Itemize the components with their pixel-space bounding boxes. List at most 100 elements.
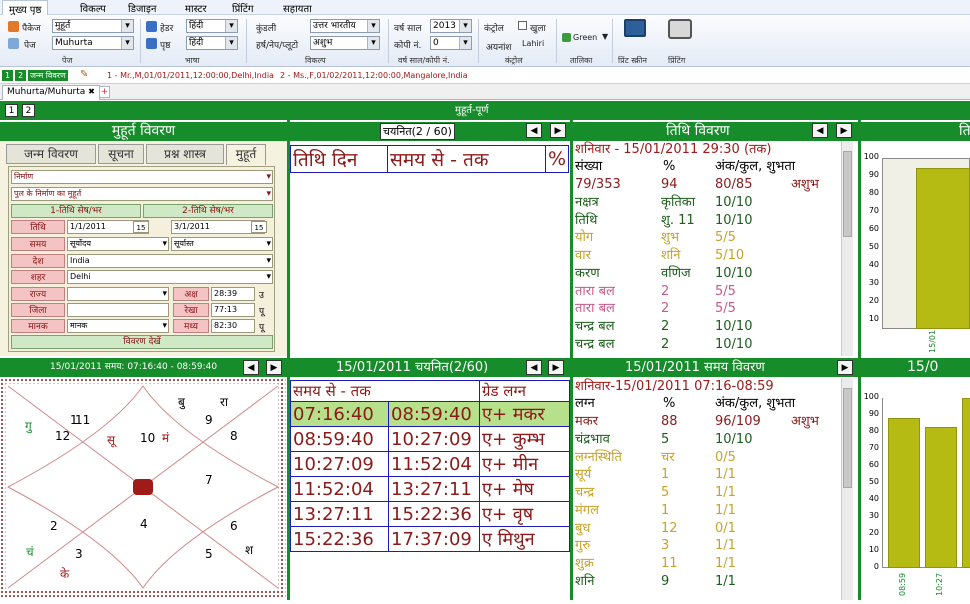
- district-input[interactable]: [67, 303, 169, 317]
- muhurta-select[interactable]: पुल के निर्माण का मुहूर्त: [11, 187, 273, 201]
- latitude-value[interactable]: 28:39: [211, 287, 255, 301]
- samay-header-col3: अंक/कुल, शुभता: [715, 396, 796, 411]
- samay-from-select[interactable]: सूर्योदय: [67, 237, 169, 251]
- tithi-header-col2: %: [663, 159, 676, 174]
- document-tab-label: Muhurta/Muhurta: [7, 87, 86, 97]
- page-select[interactable]: Muhurta: [52, 36, 134, 50]
- calendar-icon[interactable]: 15: [133, 221, 149, 233]
- samay-shubhata: अशुभ: [791, 414, 819, 429]
- monitor-icon[interactable]: [624, 19, 646, 37]
- open-checkbox[interactable]: [518, 21, 527, 30]
- samay-to-select[interactable]: सूर्यास्त: [171, 237, 273, 251]
- print-screen-button[interactable]: प्रिंट स्क्रीन: [618, 55, 647, 66]
- ayanamsha-value[interactable]: Lahiri: [522, 39, 544, 48]
- kundali-select[interactable]: उत्तर भारतीय: [310, 19, 380, 33]
- col-percent: %: [544, 145, 570, 173]
- country-select[interactable]: India: [67, 254, 273, 268]
- tithi-scrollbar[interactable]: [841, 141, 853, 356]
- meridian-value[interactable]: 82:30: [211, 319, 255, 333]
- show-details-button[interactable]: विवरण देखें: [11, 335, 273, 349]
- lagna-row[interactable]: 10:27:09 11:52:04 ए+ मीन: [290, 451, 570, 477]
- group-year-label: वर्ष साल/कोपी नं.: [398, 56, 450, 65]
- menu-options[interactable]: विकल्प: [80, 1, 106, 15]
- menu-master[interactable]: मास्टर: [185, 1, 207, 15]
- prev-arrow[interactable]: ◀: [243, 360, 259, 375]
- next-arrow[interactable]: ▶: [548, 360, 564, 375]
- copy-select[interactable]: 0: [430, 36, 472, 50]
- next-arrow[interactable]: ▶: [550, 123, 566, 138]
- tithi-shubhata: अशुभ: [791, 177, 819, 192]
- menu-printing[interactable]: प्रिंटिंग: [232, 1, 254, 15]
- lagna-row[interactable]: 13:27:11 15:22:36 ए+ वृष: [290, 501, 570, 527]
- menu-help[interactable]: सहायता: [283, 1, 312, 15]
- pencil-icon[interactable]: ✎: [80, 69, 88, 80]
- planet-ra: रा: [220, 395, 229, 409]
- next-arrow[interactable]: ▶: [836, 123, 852, 138]
- lagna-table: समय से - तक ग्रेड लग्न 07:16:40 08:59:40 ए…: [290, 380, 570, 552]
- top-button-1[interactable]: 1: [5, 104, 18, 117]
- detail-score: 1/1: [715, 573, 736, 589]
- strip-button-2[interactable]: 2: [15, 70, 26, 81]
- document-tab[interactable]: Muhurta/Muhurta ✖: [2, 85, 100, 100]
- janma-vivaran-button[interactable]: जन्म विवरण: [28, 70, 68, 81]
- prev-arrow[interactable]: ◀: [812, 123, 828, 138]
- scroll-thumb[interactable]: [843, 151, 852, 237]
- theme-select[interactable]: Green: [573, 33, 597, 42]
- detail-label: लग्नस्थिति: [575, 449, 622, 465]
- printer-icon[interactable]: [668, 19, 692, 39]
- package-select[interactable]: मुहूर्त: [52, 19, 134, 33]
- next-arrow[interactable]: ▶: [266, 360, 282, 375]
- lagna-row[interactable]: 07:16:40 08:59:40 ए+ मकर: [290, 401, 570, 427]
- y-tick: 30: [868, 511, 879, 520]
- lagna-row[interactable]: 15:22:36 17:37:09 ए मिथुन: [290, 526, 570, 552]
- detail-label: गुरु: [575, 538, 591, 554]
- selected-panel: तिथि दिन समय से - तक %: [290, 141, 570, 356]
- house-number: 7: [205, 473, 213, 487]
- y-tick: 70: [868, 206, 879, 215]
- detail-score: 5/5: [715, 283, 736, 299]
- scroll-thumb[interactable]: [843, 388, 852, 488]
- body-language-select[interactable]: हिंदी: [186, 36, 238, 50]
- longitude-value[interactable]: 77:13: [211, 303, 255, 317]
- samay-scrollbar[interactable]: [841, 378, 853, 600]
- add-tab-button[interactable]: +: [99, 86, 110, 98]
- city-select[interactable]: Delhi: [67, 270, 273, 284]
- chart-top-panel: 100 90 80 70 60 50 40 30 20 10 15/01: [861, 141, 970, 356]
- strip-button-1[interactable]: 1: [2, 70, 13, 81]
- lagna-row[interactable]: 11:52:04 13:27:11 ए+ मेष: [290, 476, 570, 502]
- tab-janma-vivaran[interactable]: जन्म विवरण: [6, 144, 96, 164]
- year-select[interactable]: 2013: [430, 19, 472, 33]
- state-select[interactable]: [67, 287, 169, 301]
- ayanamsha-label: अयनांश: [486, 43, 512, 53]
- tab-prashna-shastra[interactable]: प्रश्न शास्त्र: [146, 144, 224, 164]
- menu-design[interactable]: डिजाइन: [128, 1, 156, 15]
- record-2[interactable]: 2 - Ms.,F,01/02/2011,12:00:00,Mangalore,…: [280, 71, 468, 80]
- close-icon[interactable]: ✖: [88, 87, 95, 96]
- header-language-select[interactable]: हिंदी: [186, 19, 238, 33]
- samay-panel: शनिवार-15/01/2011 07:16-08:59 लग्न % अंक…: [573, 378, 858, 600]
- calendar-icon[interactable]: 15: [251, 221, 267, 233]
- lagna-title: 15/01/2011 चयनित(2/60): [336, 360, 489, 375]
- y-tick: 10: [868, 545, 879, 554]
- meridian-dir: पू: [259, 323, 265, 333]
- rekha-label: रेखा: [173, 303, 209, 317]
- tithi-button-2[interactable]: 2-तिथि सेष/भर: [143, 204, 273, 218]
- tithi-button-1[interactable]: 1-तिथि सेष/भर: [11, 204, 141, 218]
- category-select[interactable]: निर्माण: [11, 170, 273, 184]
- menu-home[interactable]: मुख्य पृष्ठ: [2, 0, 49, 16]
- record-1[interactable]: 1 - Mr.,M,01/01/2011,12:00:00,Delhi,Indi…: [107, 71, 274, 80]
- standard-select[interactable]: मानक: [67, 319, 169, 333]
- tab-muhurta[interactable]: मुहूर्त: [226, 144, 266, 165]
- bar-15/01: [916, 168, 970, 329]
- top-button-2[interactable]: 2: [22, 104, 35, 117]
- prev-arrow[interactable]: ◀: [526, 360, 542, 375]
- lagna-row[interactable]: 08:59:40 10:27:09 ए+ कुम्भ: [290, 426, 570, 452]
- harsh-select[interactable]: अशुभ: [310, 36, 380, 50]
- bar-08:59: [888, 418, 920, 568]
- tab-suchna[interactable]: सूचना: [98, 144, 144, 164]
- prev-arrow[interactable]: ◀: [526, 123, 542, 138]
- group-table-label: तालिका: [570, 56, 593, 65]
- printing-button[interactable]: प्रिंटिंग: [668, 55, 685, 66]
- samay-title: 15/01/2011 समय विवरण: [625, 360, 765, 375]
- next-arrow[interactable]: ▶: [837, 360, 853, 375]
